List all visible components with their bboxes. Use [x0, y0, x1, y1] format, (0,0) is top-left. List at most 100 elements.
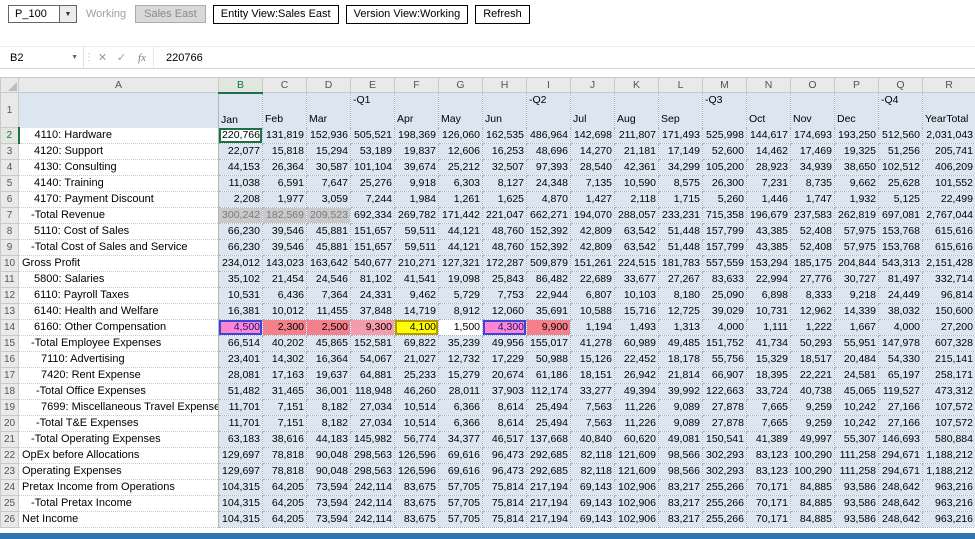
cell-O12[interactable]: 8,333	[790, 287, 835, 304]
cell-C23[interactable]: 78,818	[262, 463, 307, 480]
cell-J9[interactable]: 42,809	[570, 239, 615, 256]
cell-L13[interactable]: 12,725	[658, 303, 703, 320]
column-header-C[interactable]: C	[262, 77, 307, 93]
cell-P4[interactable]: 38,650	[834, 159, 879, 176]
cell-H26[interactable]: 75,814	[482, 511, 527, 528]
cell-Q26[interactable]: 248,642	[878, 511, 923, 528]
cell-H14[interactable]: 4,300	[482, 319, 527, 336]
cell-C8[interactable]: 39,546	[262, 223, 307, 240]
column-header-O[interactable]: O	[790, 77, 835, 93]
cell-F11[interactable]: 41,541	[394, 271, 439, 288]
column-header-M[interactable]: M	[702, 77, 747, 93]
cell-R8[interactable]: 615,616	[922, 223, 975, 240]
cell-P22[interactable]: 111,258	[834, 447, 879, 464]
cell-C2[interactable]: 131,819	[262, 127, 307, 144]
cell-B3[interactable]: 22,077	[218, 143, 263, 160]
cell-G12[interactable]: 5,729	[438, 287, 483, 304]
cell-I15[interactable]: 155,017	[526, 335, 571, 352]
cell-F10[interactable]: 210,271	[394, 255, 439, 272]
cell-I3[interactable]: 48,696	[526, 143, 571, 160]
cell-R6[interactable]: 22,499	[922, 191, 975, 208]
cell-F2[interactable]: 198,369	[394, 127, 439, 144]
cell-P19[interactable]: 10,242	[834, 399, 879, 416]
cell-A6[interactable]: 4170: Payment Discount	[18, 191, 219, 208]
cell-L12[interactable]: 8,180	[658, 287, 703, 304]
cell-B12[interactable]: 10,531	[218, 287, 263, 304]
row-header-7[interactable]: 7	[0, 206, 19, 224]
cell-E8[interactable]: 151,657	[350, 223, 395, 240]
cell-L25[interactable]: 83,217	[658, 495, 703, 512]
cell-N5[interactable]: 7,231	[746, 175, 791, 192]
cell-G16[interactable]: 12,732	[438, 351, 483, 368]
cell-N8[interactable]: 43,385	[746, 223, 791, 240]
cell-J1[interactable]: Jul	[570, 92, 615, 128]
cell-O4[interactable]: 34,939	[790, 159, 835, 176]
cell-J13[interactable]: 10,588	[570, 303, 615, 320]
cell-Q22[interactable]: 294,671	[878, 447, 923, 464]
cell-D4[interactable]: 30,587	[306, 159, 351, 176]
cell-P6[interactable]: 1,932	[834, 191, 879, 208]
cell-O6[interactable]: 1,747	[790, 191, 835, 208]
cell-B7[interactable]: 300,242	[218, 207, 263, 224]
cell-E26[interactable]: 242,114	[350, 511, 395, 528]
cell-D16[interactable]: 16,364	[306, 351, 351, 368]
cell-B14[interactable]: 4,500	[218, 319, 263, 336]
cell-N1[interactable]: Oct	[746, 92, 791, 128]
cell-H6[interactable]: 1,625	[482, 191, 527, 208]
cell-B1[interactable]: Jan	[218, 92, 263, 128]
cell-J24[interactable]: 69,143	[570, 479, 615, 496]
cell-G9[interactable]: 44,121	[438, 239, 483, 256]
cell-J25[interactable]: 69,143	[570, 495, 615, 512]
cell-E11[interactable]: 81,102	[350, 271, 395, 288]
cell-D6[interactable]: 3,059	[306, 191, 351, 208]
cell-P11[interactable]: 30,727	[834, 271, 879, 288]
cell-O10[interactable]: 185,175	[790, 255, 835, 272]
cell-H1[interactable]: Jun	[482, 92, 527, 128]
cell-O3[interactable]: 17,469	[790, 143, 835, 160]
cell-F8[interactable]: 59,511	[394, 223, 439, 240]
cell-G11[interactable]: 19,098	[438, 271, 483, 288]
cell-E21[interactable]: 145,982	[350, 431, 395, 448]
cell-H24[interactable]: 75,814	[482, 479, 527, 496]
cell-G6[interactable]: 1,261	[438, 191, 483, 208]
cell-K13[interactable]: 15,716	[614, 303, 659, 320]
cell-I17[interactable]: 61,186	[526, 367, 571, 384]
cell-B8[interactable]: 66,230	[218, 223, 263, 240]
cell-G14[interactable]: 1,500	[438, 319, 483, 336]
cell-G10[interactable]: 127,321	[438, 255, 483, 272]
cell-M8[interactable]: 157,799	[702, 223, 747, 240]
cell-P3[interactable]: 19,325	[834, 143, 879, 160]
cell-A20[interactable]: -Total T&E Expenses	[18, 415, 219, 432]
cell-P12[interactable]: 9,218	[834, 287, 879, 304]
cell-G24[interactable]: 57,705	[438, 479, 483, 496]
cell-N18[interactable]: 33,724	[746, 383, 791, 400]
cell-A22[interactable]: OpEx before Allocations	[18, 447, 219, 464]
cell-M12[interactable]: 25,090	[702, 287, 747, 304]
cell-R17[interactable]: 258,171	[922, 367, 975, 384]
cell-O13[interactable]: 12,962	[790, 303, 835, 320]
cell-A25[interactable]: -Total Pretax Income	[18, 495, 219, 512]
cell-L18[interactable]: 39,992	[658, 383, 703, 400]
cell-G3[interactable]: 12,606	[438, 143, 483, 160]
cell-D12[interactable]: 7,364	[306, 287, 351, 304]
cell-J4[interactable]: 28,540	[570, 159, 615, 176]
row-header-12[interactable]: 12	[0, 286, 19, 304]
row-header-15[interactable]: 15	[0, 334, 19, 352]
cell-D14[interactable]: 2,500	[306, 319, 351, 336]
column-header-I[interactable]: I	[526, 77, 571, 93]
cell-M10[interactable]: 557,559	[702, 255, 747, 272]
cell-Q3[interactable]: 51,256	[878, 143, 923, 160]
cell-F9[interactable]: 59,511	[394, 239, 439, 256]
cell-I26[interactable]: 217,194	[526, 511, 571, 528]
cell-H2[interactable]: 162,535	[482, 127, 527, 144]
cell-O7[interactable]: 237,583	[790, 207, 835, 224]
cell-N7[interactable]: 196,679	[746, 207, 791, 224]
cell-M16[interactable]: 55,756	[702, 351, 747, 368]
cell-G5[interactable]: 6,303	[438, 175, 483, 192]
cell-P14[interactable]: 1,667	[834, 319, 879, 336]
cell-A9[interactable]: -Total Cost of Sales and Service	[18, 239, 219, 256]
row-header-11[interactable]: 11	[0, 270, 19, 288]
cell-K3[interactable]: 21,181	[614, 143, 659, 160]
cell-Q15[interactable]: 147,978	[878, 335, 923, 352]
cell-Q2[interactable]: 512,560	[878, 127, 923, 144]
